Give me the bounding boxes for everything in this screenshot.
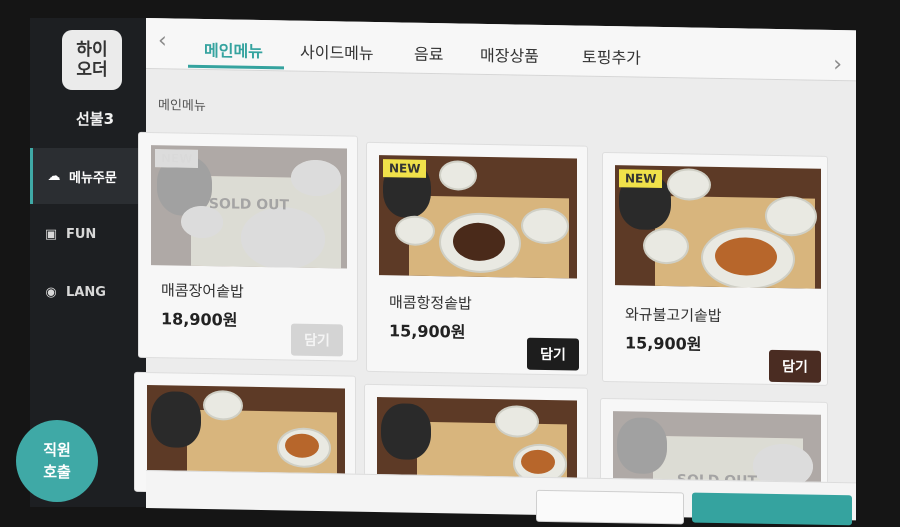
- dish-shape: [395, 215, 435, 247]
- cloche-icon: ☁: [47, 168, 61, 184]
- soup-shape: [285, 433, 319, 459]
- new-badge: NEW: [619, 169, 663, 189]
- food-image: NEW SOLD OUT: [151, 145, 347, 269]
- food-image: [147, 385, 345, 479]
- chevron-right-icon[interactable]: ›: [833, 52, 842, 77]
- soup-shape: [521, 449, 555, 475]
- dish-shape: [765, 195, 817, 237]
- sidebar-item-label: LANG: [66, 284, 106, 300]
- dish-shape: [203, 389, 243, 421]
- menu-price: 18,900원: [161, 309, 238, 330]
- active-tab-indicator: [188, 64, 284, 70]
- menu-card[interactable]: NEW SOLD OUT 매콤장어솥밥 18,900원 담기: [138, 131, 358, 362]
- bottom-secondary-button[interactable]: [536, 489, 684, 525]
- logo-line-1: 하이: [76, 40, 108, 60]
- sidebar: 하이 오더 선불3 ☁ 메뉴주문 ▣ FUN ◉ LANG 직원 호출: [16, 18, 150, 507]
- sidebar-item-menu-order[interactable]: ☁ 메뉴주문: [30, 148, 140, 204]
- dish-shape: [241, 206, 325, 269]
- bottom-primary-button[interactable]: [692, 492, 852, 526]
- tab-add-topping[interactable]: 토핑추가: [582, 44, 641, 69]
- menu-name: 와규불고기솥밥: [625, 305, 722, 326]
- tab-drinks[interactable]: 음료: [414, 41, 443, 66]
- menu-name: 매콤장어솥밥: [161, 281, 244, 301]
- menu-name: 매콤항정솥밥: [389, 293, 472, 313]
- pot-shape: [151, 391, 201, 448]
- menu-price: 15,900원: [625, 333, 702, 354]
- globe-icon: ◉: [45, 284, 57, 300]
- dish-shape: [667, 168, 711, 201]
- menu-card[interactable]: NEW 매콤항정솥밥 15,900원 담기: [366, 141, 588, 376]
- sidebar-item-label: 메뉴주문: [69, 170, 117, 186]
- category-tabs: ‹ 메인메뉴 사이드메뉴 음료 매장상품 토핑추가 ›: [146, 18, 856, 82]
- soup-shape: [715, 236, 777, 277]
- tab-main-menu[interactable]: 메인메뉴: [204, 37, 263, 62]
- new-badge: NEW: [383, 159, 427, 178]
- add-to-cart-button[interactable]: 담기: [527, 337, 579, 371]
- staff-call-line-2: 호출: [43, 463, 71, 481]
- pot-shape: [617, 417, 667, 475]
- menu-card[interactable]: NEW 와규불고기솥밥 15,900원 담기: [602, 151, 828, 386]
- app-logo: 하이 오더: [62, 30, 122, 90]
- food-image: NEW: [379, 155, 577, 279]
- menu-price: 15,900원: [389, 321, 466, 342]
- sidebar-item-lang[interactable]: ◉ LANG: [30, 264, 140, 320]
- new-badge: NEW: [155, 149, 199, 168]
- gamepad-icon: ▣: [44, 226, 58, 242]
- chevron-left-icon[interactable]: ‹: [158, 28, 167, 53]
- food-image: NEW: [615, 165, 821, 289]
- add-to-cart-button[interactable]: 담기: [291, 323, 343, 357]
- logo-line-2: 오더: [76, 60, 108, 80]
- dish-shape: [439, 160, 477, 191]
- dish-shape: [521, 207, 569, 245]
- dish-shape: [291, 159, 341, 197]
- tab-side-menu[interactable]: 사이드메뉴: [300, 39, 374, 64]
- section-title: 메인메뉴: [158, 98, 206, 115]
- pot-shape: [381, 403, 431, 460]
- sidebar-item-fun[interactable]: ▣ FUN: [30, 206, 140, 262]
- add-to-cart-button[interactable]: 담기: [769, 349, 821, 383]
- sold-out-label: SOLD OUT: [208, 196, 290, 214]
- staff-call-button[interactable]: 직원 호출: [16, 420, 98, 502]
- sidebar-item-label: FUN: [66, 226, 97, 242]
- store-name: 선불3: [75, 110, 115, 128]
- tab-store-goods[interactable]: 매장상품: [480, 42, 539, 67]
- dish-shape: [643, 227, 689, 265]
- main-panel: ‹ 메인메뉴 사이드메뉴 음료 매장상품 토핑추가 › 메인메뉴 NEW SOL…: [134, 18, 856, 526]
- soup-shape: [453, 222, 505, 262]
- staff-call-line-1: 직원: [43, 441, 71, 459]
- dish-shape: [495, 405, 539, 438]
